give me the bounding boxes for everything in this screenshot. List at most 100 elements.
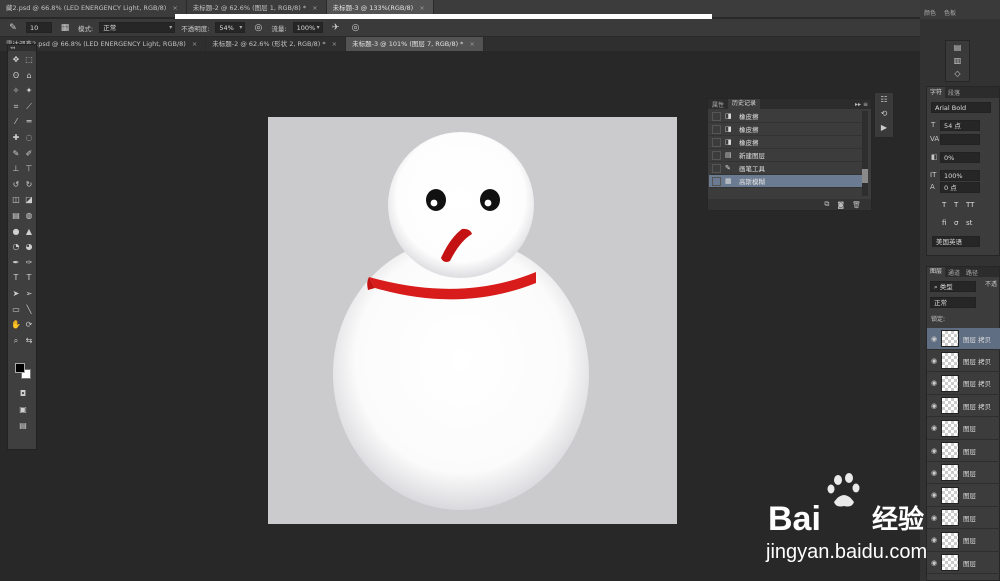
history-state-row[interactable]: ✎ 画笔工具 bbox=[709, 162, 864, 175]
path-select-icon[interactable]: ➤ bbox=[10, 289, 22, 299]
brush-tool-icon[interactable]: ✎ bbox=[6, 22, 20, 34]
history-source-checkbox[interactable] bbox=[712, 163, 721, 173]
ligature-button[interactable]: fi bbox=[942, 219, 946, 227]
freeform-pen-icon[interactable]: ✑ bbox=[23, 258, 35, 268]
history-state-row[interactable]: ◨ 橡皮擦 bbox=[709, 110, 864, 123]
history-state-row[interactable]: ◨ 橡皮擦 bbox=[709, 123, 864, 136]
blend-mode-select[interactable]: 正常 bbox=[930, 297, 976, 308]
blur-tool-icon[interactable]: ● bbox=[10, 227, 22, 237]
trash-icon[interactable]: 🗑 bbox=[852, 201, 861, 209]
polygon-lasso-icon[interactable]: ⌂ bbox=[23, 71, 35, 81]
crop-tool-icon[interactable]: ⌗ bbox=[10, 102, 22, 112]
layer-row[interactable]: ◉ 图层 拷贝 bbox=[927, 373, 1000, 395]
visibility-eye-icon[interactable]: ◉ bbox=[927, 447, 941, 455]
lasso-tool-icon[interactable]: ʘ bbox=[10, 71, 22, 81]
actions-icon[interactable]: ▶ bbox=[875, 121, 893, 135]
tools-panel-header[interactable]: ◂◂ bbox=[8, 45, 36, 51]
line-tool-icon[interactable]: ╲ bbox=[23, 305, 35, 315]
tab-channels[interactable]: 通道 bbox=[945, 268, 963, 277]
vertical-type-icon[interactable]: ꓔ bbox=[23, 273, 35, 283]
direct-select-icon[interactable]: ➢ bbox=[23, 289, 35, 299]
brush-tool-icon[interactable]: ✎ bbox=[10, 149, 22, 159]
history-scrollbar[interactable] bbox=[862, 111, 868, 196]
bg-eraser-icon[interactable]: ◪ bbox=[23, 195, 35, 205]
pressure-opacity-icon[interactable]: ◎ bbox=[251, 22, 265, 34]
font-family-field[interactable]: Arial Bold bbox=[931, 102, 991, 113]
gradient-tool-icon[interactable]: ▤ bbox=[10, 211, 22, 221]
slice-tool-icon[interactable]: ⟋ bbox=[23, 102, 35, 112]
close-icon[interactable]: × bbox=[312, 4, 317, 12]
adjustments-icon[interactable]: ☷ bbox=[875, 93, 893, 107]
marquee-tool-icon[interactable]: ⬚ bbox=[23, 55, 35, 65]
snapshot-icon[interactable]: ◙ bbox=[837, 201, 844, 209]
tab-properties[interactable]: 属性 bbox=[708, 100, 728, 109]
faux-italic-button[interactable]: T bbox=[954, 201, 958, 209]
document-tab-1[interactable]: 未标题-2 @ 62.6% (形状 2, RGB/8) * × bbox=[206, 37, 347, 51]
layer-row[interactable]: ◉ 图层 bbox=[927, 440, 1000, 462]
ruler-icon[interactable]: ═ bbox=[23, 117, 35, 127]
rotate-view-icon[interactable]: ⟳ bbox=[23, 320, 35, 330]
document-icon[interactable]: ▤ bbox=[17, 421, 29, 431]
font-size-field[interactable]: 54 点 bbox=[940, 120, 980, 131]
history-source-checkbox[interactable] bbox=[712, 137, 721, 147]
document-tab-top-0[interactable]: 藏2.psd @ 66.8% (LED ENERGENCY Light, RGB… bbox=[0, 0, 187, 17]
old-style-button[interactable]: σ bbox=[954, 219, 958, 227]
panel-menu-icon[interactable]: ▸▸ ≡ bbox=[855, 101, 871, 108]
layer-filter-select[interactable]: ⌕ 类型 bbox=[930, 281, 976, 292]
close-icon[interactable]: × bbox=[332, 40, 337, 48]
rectangle-tool-icon[interactable]: ▭ bbox=[10, 305, 22, 315]
art-history-icon[interactable]: ↻ bbox=[23, 180, 35, 190]
scrollbar-thumb[interactable] bbox=[862, 169, 868, 183]
tracking-field[interactable]: 0% bbox=[940, 152, 980, 163]
layer-row[interactable]: ◉ 图层 拷贝 bbox=[927, 350, 1000, 373]
pattern-stamp-icon[interactable]: ⊤ bbox=[23, 164, 35, 174]
pencil-tool-icon[interactable]: ✐ bbox=[23, 149, 35, 159]
document-tab-2[interactable]: 未标题-3 @ 101% (图层 7, RGB/8) * × bbox=[346, 37, 484, 51]
sharpen-tool-icon[interactable]: ▲ bbox=[23, 227, 35, 237]
hand-tool-icon[interactable]: ✋ bbox=[10, 320, 22, 330]
magic-wand-icon[interactable]: ✦ bbox=[23, 86, 35, 96]
history-source-checkbox[interactable] bbox=[712, 150, 721, 160]
clone-stamp-icon[interactable]: ⊥ bbox=[10, 164, 22, 174]
tab-layers[interactable]: 图层 bbox=[927, 267, 946, 277]
layer-row[interactable]: ◉ 图层 bbox=[927, 418, 1000, 440]
faux-bold-button[interactable]: T bbox=[942, 201, 946, 209]
visibility-eye-icon[interactable]: ◉ bbox=[927, 424, 941, 432]
brush-presets-icon[interactable]: ▥ bbox=[946, 54, 969, 67]
baseline-shift-field[interactable]: 0 点 bbox=[940, 182, 980, 193]
healing-brush-icon[interactable]: ✚ bbox=[10, 133, 22, 143]
type-tool-icon[interactable]: T bbox=[10, 273, 22, 283]
history-source-checkbox[interactable] bbox=[712, 124, 721, 134]
brush-panel-icon[interactable]: ▦ bbox=[58, 22, 72, 34]
history-brush-icon[interactable]: ↺ bbox=[10, 180, 22, 190]
zoom-tool-icon[interactable]: ⌕ bbox=[10, 336, 22, 346]
history-state-row[interactable]: ◨ 橡皮擦 bbox=[709, 136, 864, 149]
quick-select-icon[interactable]: ✧ bbox=[10, 86, 22, 96]
tab-swatches[interactable]: 色板 bbox=[940, 8, 960, 19]
eyedropper-icon[interactable]: ⁄ bbox=[10, 117, 22, 127]
visibility-eye-icon[interactable]: ◉ bbox=[927, 402, 941, 410]
tab-color[interactable]: 颜色 bbox=[920, 8, 940, 19]
quick-mask-icon[interactable]: ◘ bbox=[17, 389, 29, 399]
language-select[interactable]: 美国英语 bbox=[932, 236, 980, 247]
vertical-scale-field[interactable]: 100% bbox=[940, 170, 980, 181]
tab-paths[interactable]: 路径 bbox=[963, 268, 981, 277]
opacity-field[interactable]: 54% ▾ bbox=[215, 22, 246, 33]
history-source-checkbox[interactable] bbox=[712, 111, 721, 121]
history-state-row[interactable]: ▤ 新建图层 bbox=[709, 149, 864, 162]
close-icon[interactable]: × bbox=[172, 4, 177, 12]
kerning-field[interactable] bbox=[940, 134, 980, 145]
foreground-color-swatch[interactable] bbox=[15, 363, 25, 373]
layer-row[interactable]: ◉ 图层 拷贝 bbox=[927, 395, 1000, 418]
move-tool-icon[interactable]: ✥ bbox=[10, 55, 22, 65]
new-document-from-state-icon[interactable]: ⧉ bbox=[824, 200, 829, 209]
dodge-tool-icon[interactable]: ◔ bbox=[10, 242, 22, 252]
close-icon[interactable]: × bbox=[419, 4, 424, 12]
screen-mode-icon[interactable]: ▣ bbox=[17, 405, 29, 415]
visibility-eye-icon[interactable]: ◉ bbox=[927, 379, 941, 387]
close-icon[interactable]: × bbox=[469, 40, 474, 48]
clone-source-icon[interactable]: ◇ bbox=[946, 67, 969, 80]
tab-paragraph[interactable]: 段落 bbox=[945, 88, 963, 97]
layer-row[interactable]: ◉ 图层 拷贝 bbox=[927, 328, 1000, 350]
visibility-eye-icon[interactable]: ◉ bbox=[927, 335, 941, 343]
